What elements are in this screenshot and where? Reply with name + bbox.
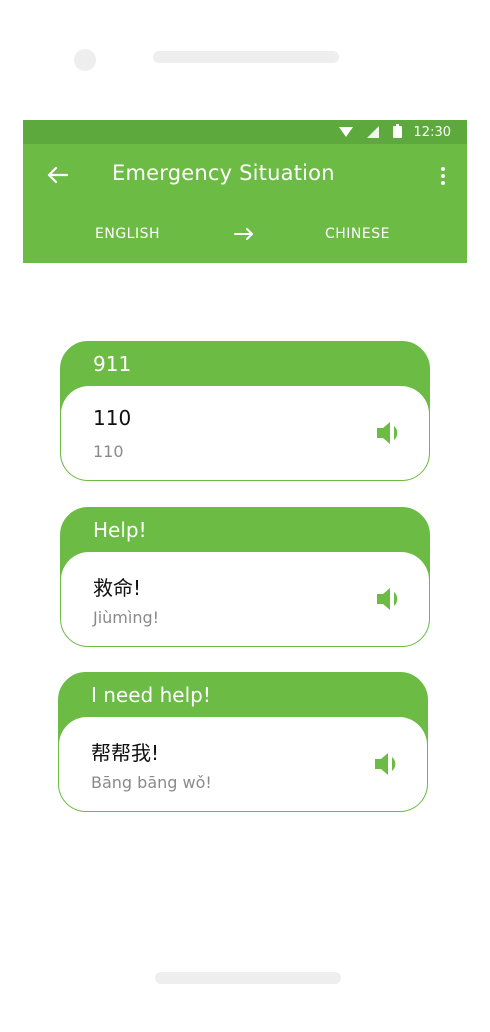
device-home-indicator <box>155 972 341 984</box>
status-time: 12:30 <box>413 124 451 140</box>
phrase-translation-panel: 110 110 <box>61 386 429 480</box>
more-options-button[interactable] <box>433 160 453 192</box>
phrase-translation: 110 <box>93 406 132 430</box>
phrase-translation: 帮帮我! <box>91 741 160 765</box>
language-selector: ENGLISH CHINESE <box>23 224 467 248</box>
volume-icon[interactable] <box>375 586 405 612</box>
page-title: Emergency Situation <box>112 161 335 185</box>
phrase-english: Help! <box>93 518 147 542</box>
phrase-english: 911 <box>93 352 132 376</box>
volume-icon[interactable] <box>373 751 403 777</box>
phrase-card[interactable]: Help! 救命! Jiùmìng! <box>60 507 430 647</box>
source-language[interactable]: ENGLISH <box>95 226 160 242</box>
phrase-pinyin: 110 <box>93 442 124 461</box>
phrase-pinyin: Bāng bāng wǒ! <box>91 773 212 792</box>
arrow-right-icon[interactable] <box>234 225 254 243</box>
phrase-translation-panel: 帮帮我! Bāng bāng wǒ! <box>59 717 427 811</box>
battery-icon <box>392 124 402 138</box>
app-screen: 12:30 Emergency Situation ENGLISH CHINES… <box>23 120 467 960</box>
app-bar: Emergency Situation ENGLISH CHINESE <box>23 144 467 263</box>
target-language[interactable]: CHINESE <box>325 226 390 242</box>
more-vertical-icon <box>441 167 445 171</box>
wifi-icon <box>338 127 353 137</box>
phrase-translation: 救命! <box>93 576 142 600</box>
status-bar: 12:30 <box>23 120 467 144</box>
device-camera <box>74 49 96 71</box>
back-button[interactable] <box>41 159 73 191</box>
phrase-pinyin: Jiùmìng! <box>93 608 160 627</box>
arrow-left-icon <box>47 166 68 184</box>
signal-icon <box>366 126 379 138</box>
phrase-card[interactable]: 911 110 110 <box>60 341 430 481</box>
phrase-card[interactable]: I need help! 帮帮我! Bāng bāng wǒ! <box>58 672 428 812</box>
volume-icon[interactable] <box>375 420 405 446</box>
phrase-translation-panel: 救命! Jiùmìng! <box>61 552 429 646</box>
phrase-english: I need help! <box>91 683 211 707</box>
device-earpiece <box>153 51 339 63</box>
status-icons: 12:30 <box>338 123 451 141</box>
